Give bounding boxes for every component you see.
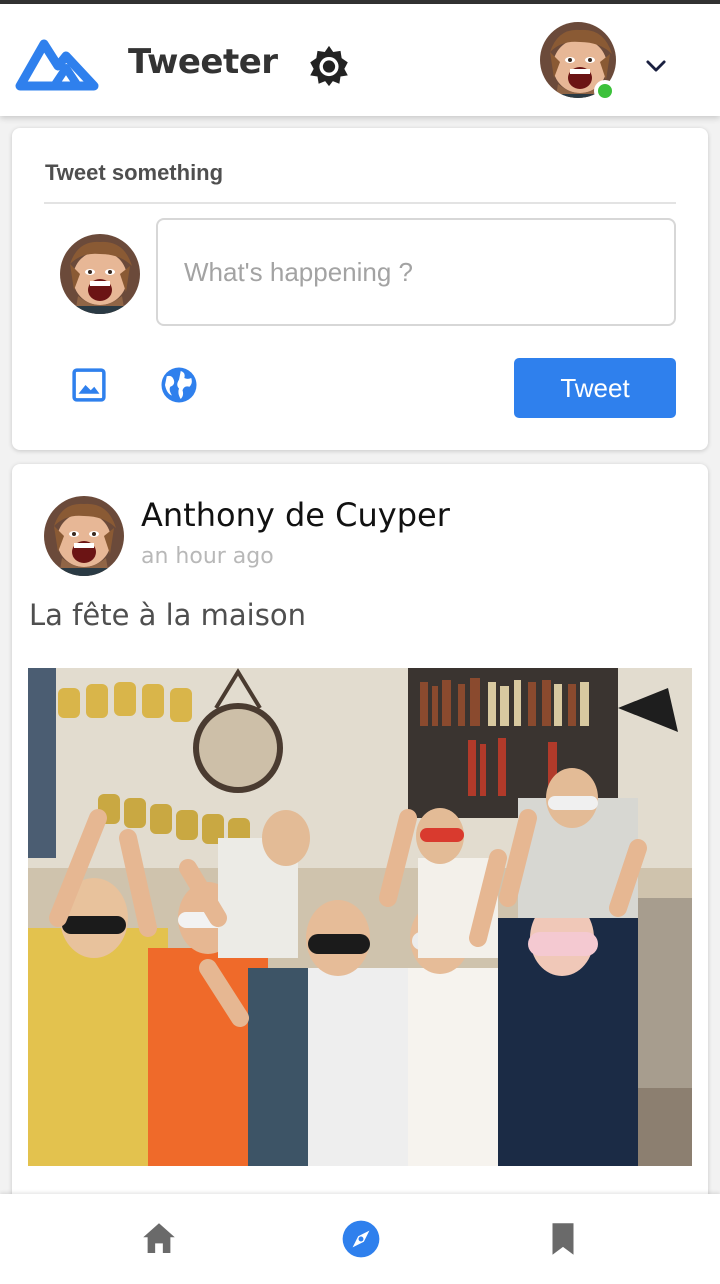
- mountain-logo-icon[interactable]: [14, 30, 100, 94]
- online-status-dot: [594, 80, 616, 102]
- explore-icon[interactable]: [340, 1218, 382, 1260]
- tweet-input[interactable]: [156, 218, 676, 326]
- chevron-down-icon[interactable]: [642, 52, 670, 80]
- bookmark-icon[interactable]: [542, 1218, 584, 1260]
- image-icon[interactable]: [68, 364, 110, 406]
- brightness-icon[interactable]: [306, 42, 352, 88]
- top-app-bar: Tweeter: [0, 4, 720, 116]
- tweet-card: Anthony de Cuyper an hour ago La fête à …: [12, 464, 708, 1224]
- globe-icon[interactable]: [158, 364, 200, 406]
- post-image[interactable]: [28, 668, 692, 1166]
- compose-avatar: [60, 234, 140, 314]
- divider: [44, 202, 676, 204]
- app-title[interactable]: Tweeter: [128, 42, 278, 82]
- tweet-button[interactable]: Tweet: [514, 358, 676, 418]
- author-name[interactable]: Anthony de Cuyper: [141, 496, 450, 534]
- author-avatar[interactable]: [44, 496, 124, 576]
- compose-card: Tweet something Tweet: [12, 128, 708, 450]
- bottom-navigation: [0, 1194, 720, 1284]
- home-icon[interactable]: [138, 1218, 180, 1260]
- compose-label: Tweet something: [45, 160, 224, 185]
- post-text: La fête à la maison: [29, 598, 306, 632]
- post-timestamp: an hour ago: [141, 544, 274, 569]
